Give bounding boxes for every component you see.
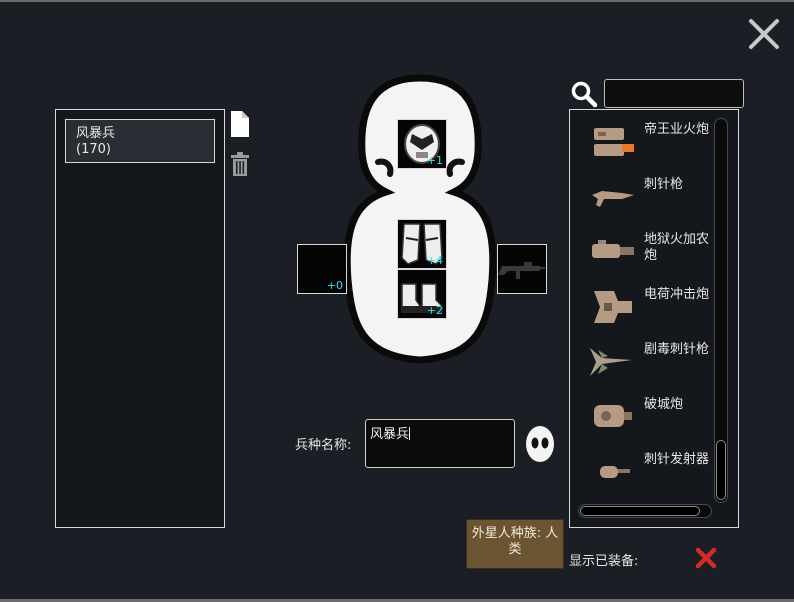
search-icon[interactable] — [570, 80, 598, 108]
weapon-thumbnail-icon — [592, 240, 634, 258]
horizontal-scrollbar-thumb[interactable] — [580, 506, 700, 516]
unit-name-label: 兵种名称: — [295, 438, 352, 453]
head-slot[interactable]: +1 — [397, 119, 447, 169]
unit-list-item[interactable]: 风暴兵 (170) — [65, 119, 215, 163]
left-hand-slot-quantity: +0 — [326, 279, 343, 292]
weapon-thumbnail-icon — [594, 128, 634, 156]
alien-race-button[interactable]: 外星人种族: 人类 — [466, 519, 564, 569]
weapon-list-item[interactable]: 刺针枪 — [570, 167, 720, 222]
unit-name-input[interactable]: 风暴兵 — [365, 419, 515, 468]
unit-name: 风暴兵 — [76, 126, 116, 141]
weapon-list-item[interactable]: 电荷冲击炮 — [570, 277, 720, 332]
window-top-border — [0, 0, 794, 2]
unit-name-value: 风暴兵 — [370, 427, 410, 442]
rifle-icon — [498, 262, 545, 279]
feet-slot[interactable]: +2 — [397, 269, 447, 319]
weapon-list-item[interactable]: 破城炮 — [570, 387, 720, 442]
weapon-label: 剧毒刺针枪 — [644, 342, 710, 357]
weapon-label: 帝王业火炮 — [644, 122, 710, 137]
head-slot-quantity: +1 — [426, 154, 443, 167]
red-x-icon[interactable] — [694, 546, 718, 570]
weapon-label: 地狱火加农炮 — [644, 232, 710, 263]
search-input[interactable] — [604, 79, 744, 108]
weapon-list-item[interactable]: 地狱火加农炮 — [570, 222, 720, 277]
weapon-list-item[interactable]: 帝王业火炮 — [570, 112, 720, 167]
weapon-thumbnail-icon — [590, 348, 632, 376]
weapon-list-item[interactable]: 刺针发射器 — [570, 442, 720, 497]
weapon-label: 电荷冲击炮 — [644, 287, 710, 302]
legs-slot[interactable]: +4 — [397, 219, 447, 269]
unit-count: (170) — [76, 142, 111, 157]
trash-icon[interactable] — [231, 152, 249, 176]
left-hand-slot[interactable]: +0 — [297, 244, 347, 294]
weapon-thumbnail-icon — [600, 466, 630, 478]
legs-slot-quantity: +4 — [426, 254, 443, 267]
weapon-label: 刺针枪 — [644, 177, 684, 192]
alien-face-icon[interactable] — [524, 424, 556, 464]
weapon-list-item[interactable]: 剧毒刺针枪 — [570, 332, 720, 387]
show-equipped-label: 显示已装备: — [569, 554, 639, 569]
close-icon[interactable] — [746, 16, 782, 52]
new-document-icon[interactable] — [230, 110, 250, 138]
weapon-thumbnail-icon — [592, 191, 634, 207]
vertical-scrollbar-thumb[interactable] — [716, 440, 726, 500]
weapon-label: 刺针发射器 — [644, 452, 710, 467]
unit-list-panel: 风暴兵 (170) — [55, 109, 225, 528]
weapon-thumbnail-icon — [594, 405, 632, 427]
text-caret — [409, 427, 411, 440]
right-hand-slot[interactable] — [497, 244, 547, 294]
weapon-label: 破城炮 — [644, 397, 684, 412]
feet-slot-quantity: +2 — [426, 304, 443, 317]
weapon-thumbnail-icon — [594, 291, 632, 323]
